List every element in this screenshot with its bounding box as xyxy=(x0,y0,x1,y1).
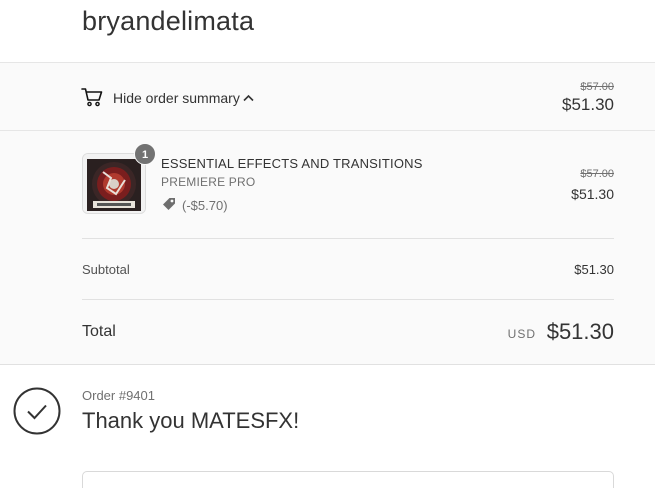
order-summary: 1 ESSENTIAL EFFECTS AND TRANSITIONS PREM… xyxy=(0,131,655,365)
product-price: $51.30 xyxy=(571,186,614,202)
divider xyxy=(82,238,614,239)
product-thumbnail xyxy=(82,153,146,214)
product-variant: PREMIERE PRO xyxy=(161,175,256,189)
total-value: $51.30 xyxy=(546,319,614,344)
order-summary-toggle[interactable]: Hide order summary $57.00 $51.30 xyxy=(0,62,655,131)
tag-icon xyxy=(163,198,175,210)
chevron-up-icon xyxy=(243,94,254,102)
order-number: Order #9401 xyxy=(82,388,155,403)
discount-amount: (-$5.70) xyxy=(182,198,228,213)
subtotal-label: Subtotal xyxy=(82,262,130,277)
store-name[interactable]: bryandelimata xyxy=(82,6,254,37)
content-box xyxy=(82,471,614,488)
divider xyxy=(82,299,614,300)
product-original-price: $57.00 xyxy=(580,168,614,180)
total-label: Total xyxy=(82,323,116,340)
toggle-label[interactable]: Hide order summary xyxy=(113,90,240,106)
cart-icon xyxy=(81,88,103,107)
thank-you-heading: Thank you MATESFX! xyxy=(82,408,300,433)
subtotal-value: $51.30 xyxy=(574,262,614,277)
toggle-total: $51.30 xyxy=(562,95,614,114)
checkmark-circle-icon xyxy=(13,387,61,435)
product-name: ESSENTIAL EFFECTS AND TRANSITIONS xyxy=(161,156,423,171)
quantity-badge: 1 xyxy=(134,143,156,165)
total-currency: USD xyxy=(507,327,536,341)
toggle-original-total: $57.00 xyxy=(580,81,614,93)
